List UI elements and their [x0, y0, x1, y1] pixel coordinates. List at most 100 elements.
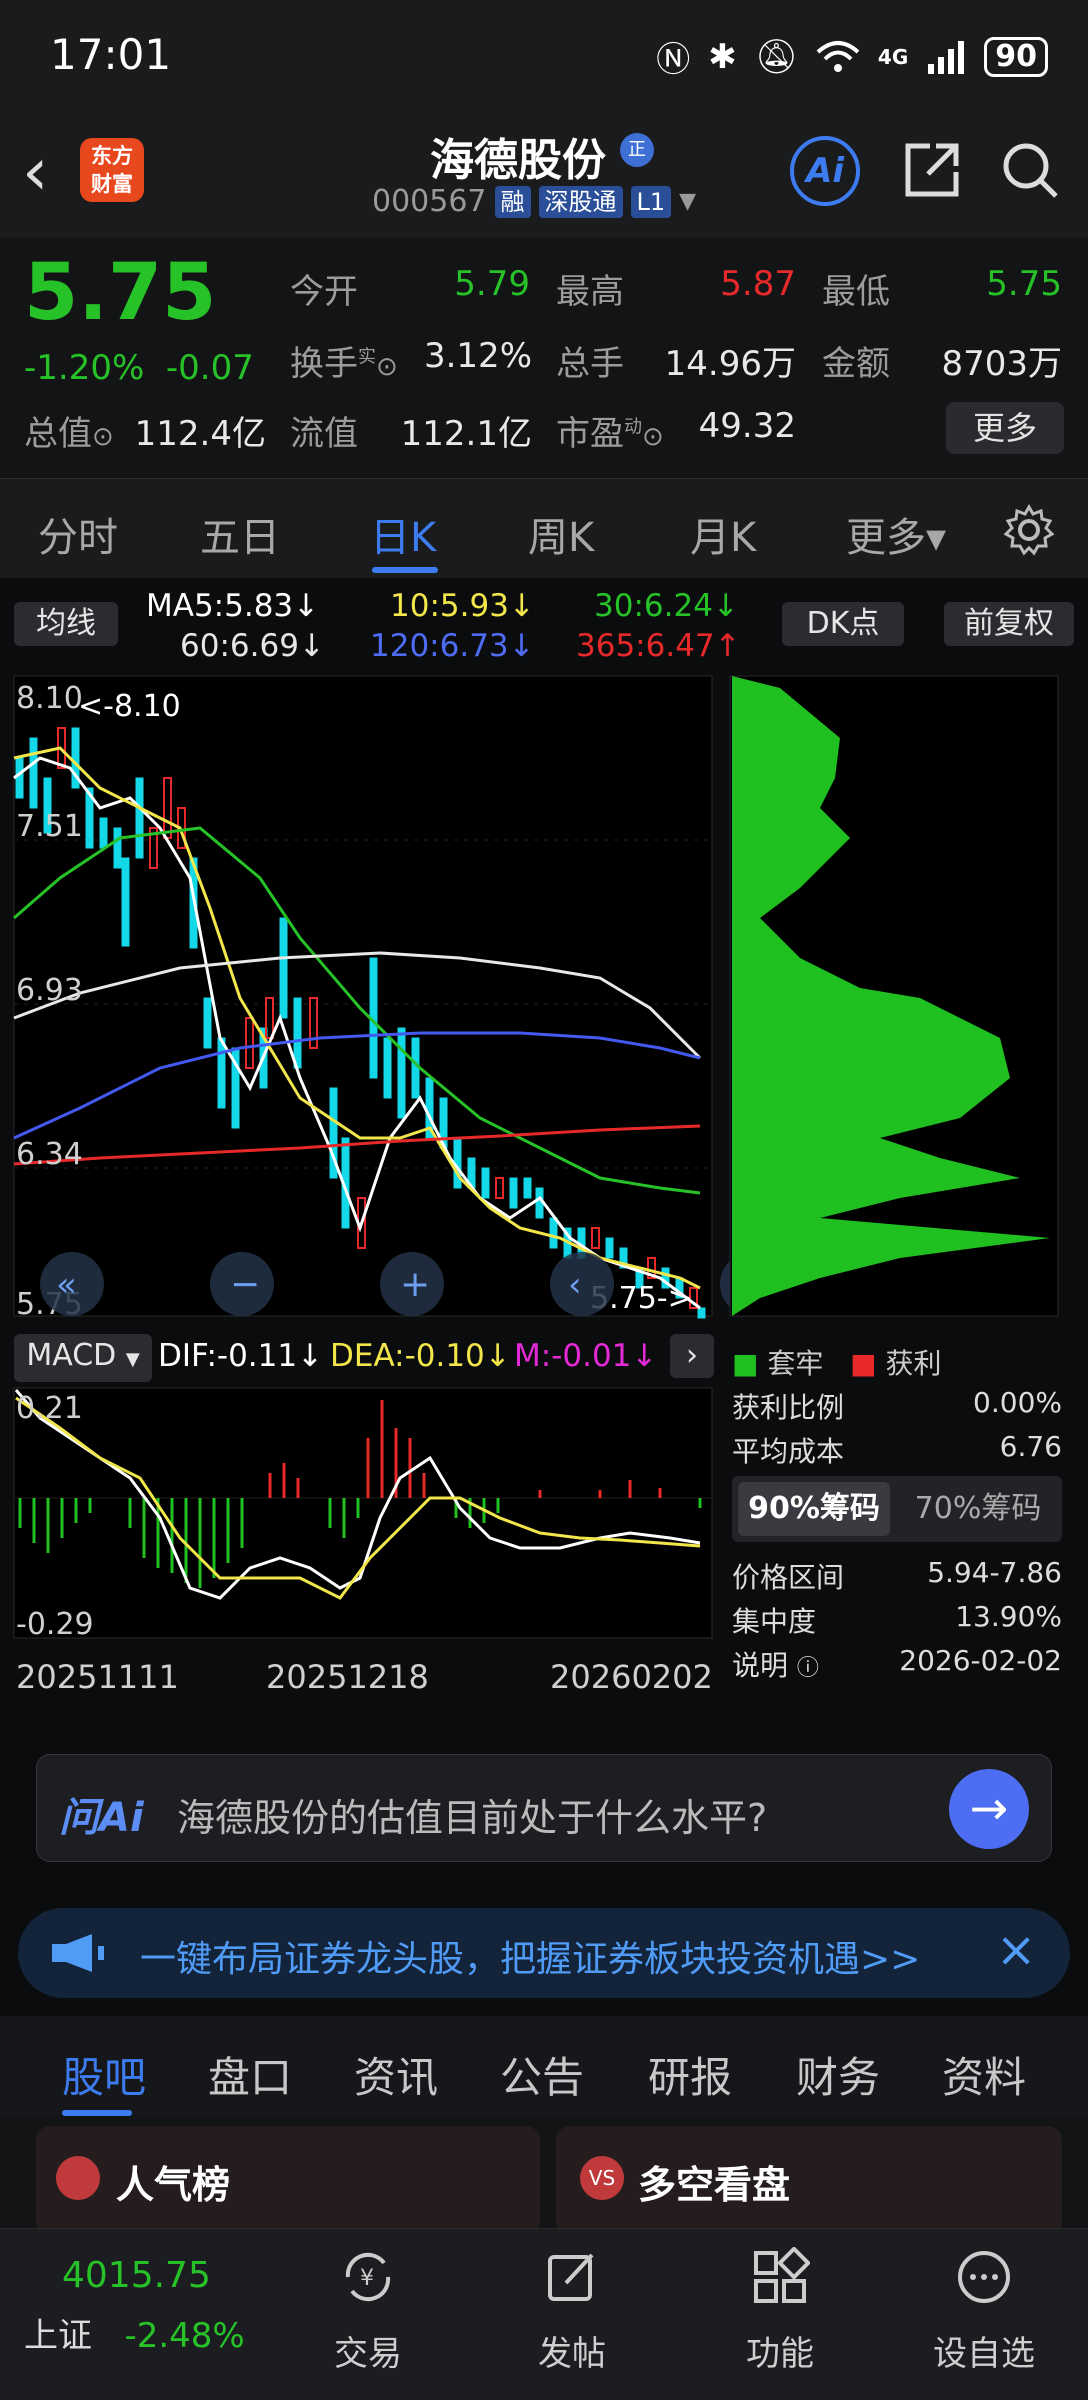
nav-post[interactable]: 发帖	[502, 2247, 642, 2375]
high-label: 最高	[556, 272, 624, 312]
bottom-navigation: 4015.75 上证 -2.48% ¥ 交易 发帖 功能 设自选	[0, 2228, 1088, 2400]
tab-finance[interactable]: 财务	[796, 2044, 880, 2105]
stock-name[interactable]: 海德股份	[430, 124, 606, 188]
tab-intraday[interactable]: 分时	[38, 505, 118, 563]
max-price-marker: <-8.10	[78, 689, 181, 724]
back-arrow-icon[interactable]: ‹	[22, 139, 48, 205]
tab-weekly-k[interactable]: 周K	[528, 505, 594, 563]
nav-trade[interactable]: ¥ 交易	[298, 2247, 438, 2375]
index-name: 上证	[24, 2316, 92, 2356]
info-icon[interactable]: ⓘ	[797, 1656, 819, 1681]
share-icon[interactable]	[900, 138, 964, 202]
tab-guba[interactable]: 股吧	[62, 2044, 146, 2105]
wifi-icon	[816, 40, 860, 72]
date-label-1: 20251218	[266, 1658, 429, 1696]
chevron-down-icon: ▼	[679, 189, 697, 214]
network-type: 4G	[877, 44, 909, 69]
search-icon[interactable]	[998, 138, 1062, 202]
y-label-2: 6.93	[16, 973, 83, 1008]
tab-announcements[interactable]: 公告	[500, 2044, 584, 2105]
more-button[interactable]: 更多	[946, 402, 1064, 454]
edit-icon	[548, 2253, 594, 2301]
status-icons: Ⓝ ✱ 🔕︎ 4G 90	[656, 32, 1048, 81]
long-short-card[interactable]: VS 多空看盘	[556, 2126, 1062, 2236]
tab-pankou[interactable]: 盘口	[208, 2044, 292, 2105]
float-value: 112.1亿	[400, 414, 532, 454]
stock-code-line[interactable]: 000567 融 深股通 L1 ▼	[372, 184, 696, 219]
pe-label: 市盈动⊙	[556, 414, 664, 454]
ai-question-text: 海德股份的估值目前处于什么水平?	[177, 1796, 768, 1840]
ai-assistant-button[interactable]: Ai	[790, 136, 860, 206]
kline-chart-area: 均线 MA5:5.83↓ 10:5.93↓ 30:6.24↓ 60:6.69↓ …	[0, 578, 1088, 1724]
content-tabs: 股吧 盘口 资讯 公告 研报 财务 资料	[0, 2016, 1088, 2116]
price-change: -1.20% -0.07	[24, 348, 254, 388]
chip-tab-70[interactable]: 70%筹码	[902, 1482, 1054, 1536]
tab-news[interactable]: 资讯	[354, 2044, 438, 2105]
battery-indicator: 90	[984, 36, 1048, 77]
chip-tab-group: 90%筹码 70%筹码	[732, 1476, 1062, 1542]
close-icon[interactable]: ×	[996, 1922, 1036, 1978]
megaphone-icon	[52, 1934, 104, 1972]
settings-gear-icon[interactable]	[1002, 503, 1056, 557]
amount-label: 金额	[822, 344, 890, 384]
arrow-right-icon[interactable]: →	[949, 1769, 1029, 1849]
chart-bar-icon	[56, 2156, 100, 2200]
nav-add-watchlist[interactable]: 设自选	[914, 2247, 1054, 2375]
last-price: 5.75	[24, 248, 217, 338]
dif-label: DIF:-0.11↓	[158, 1338, 324, 1374]
signal-icon	[928, 40, 965, 74]
trap-legend-icon: ■	[732, 1347, 759, 1380]
macd-top-label: 0.21	[16, 1391, 83, 1426]
mktcap-value: 112.4亿	[134, 414, 266, 454]
svg-text:«: «	[56, 1265, 77, 1305]
stock-header: ‹ 东方 财富 海德股份 正 000567 融 深股通 L1 ▼ Ai	[0, 116, 1088, 238]
tab-daily-k[interactable]: 日K	[370, 505, 436, 563]
y-label-3: 6.34	[16, 1137, 83, 1172]
grid-icon	[754, 2246, 811, 2303]
popularity-card[interactable]: 人气榜	[36, 2126, 540, 2236]
popularity-title: 人气榜	[116, 2163, 231, 2207]
index-ticker[interactable]: 4015.75 上证 -2.48%	[24, 2255, 245, 2357]
nav-functions[interactable]: 功能	[710, 2246, 850, 2375]
next-indicator-icon[interactable]: ›	[670, 1334, 714, 1378]
level-tag: L1	[630, 185, 672, 218]
y-label-0: 8.10	[16, 681, 83, 716]
nfc-icon: Ⓝ	[656, 40, 691, 80]
more-dots-icon	[958, 2251, 1010, 2303]
promo-banner[interactable]: 一键布局证券龙头股，把握证券板块投资机遇>> ×	[18, 1908, 1070, 1998]
svg-text:+: +	[400, 1264, 430, 1305]
macd-select[interactable]: MACD ▼	[14, 1334, 152, 1382]
chip-tab-90[interactable]: 90%筹码	[738, 1482, 890, 1536]
ai-question-box[interactable]: 问Ai 海德股份的估值目前处于什么水平? →	[36, 1754, 1052, 1862]
status-bar: 17:01 Ⓝ ✱ 🔕︎ 4G 90	[0, 0, 1088, 116]
volume-value: 14.96万	[664, 344, 796, 384]
low-value: 5.75	[986, 264, 1062, 304]
bluetooth-icon: ✱	[708, 36, 737, 77]
feature-cards: 人气榜 VS 多空看盘	[0, 2116, 1088, 2236]
vs-icon: VS	[580, 2156, 624, 2200]
turnover-label: 换手实⊙	[290, 344, 398, 384]
m-label: M:-0.01↓	[514, 1338, 658, 1374]
open-label: 今开	[290, 272, 358, 312]
svg-text:¥: ¥	[360, 2266, 374, 2291]
clock: 17:01	[50, 30, 172, 79]
open-value: 5.79	[454, 264, 530, 304]
active-tab-indicator	[372, 567, 438, 573]
low-label: 最低	[822, 272, 890, 312]
app-logo[interactable]: 东方 财富	[80, 138, 144, 202]
tab-monthly-k[interactable]: 月K	[690, 505, 756, 563]
regular-badge: 正	[620, 133, 654, 167]
yuan-exchange-icon: ¥	[345, 2252, 391, 2302]
amount-value: 8703万	[941, 344, 1062, 384]
tab-more[interactable]: 更多▾	[846, 505, 946, 563]
tab-profile[interactable]: 资料	[942, 2044, 1026, 2105]
tab-five-day[interactable]: 五日	[200, 505, 280, 563]
tab-research[interactable]: 研报	[648, 2044, 732, 2105]
margin-tag: 融	[494, 185, 531, 218]
connect-tag: 深股通	[538, 185, 623, 218]
date-label-2: 20260202	[550, 1658, 713, 1696]
stock-code: 000567	[372, 184, 487, 219]
index-change: -2.48%	[124, 2316, 245, 2356]
kline-svg[interactable]: <-8.10 5.75-> 8.10 7.51 6.93 6.34 5.75 «…	[0, 578, 1088, 1724]
volume-label: 总手	[556, 344, 624, 384]
